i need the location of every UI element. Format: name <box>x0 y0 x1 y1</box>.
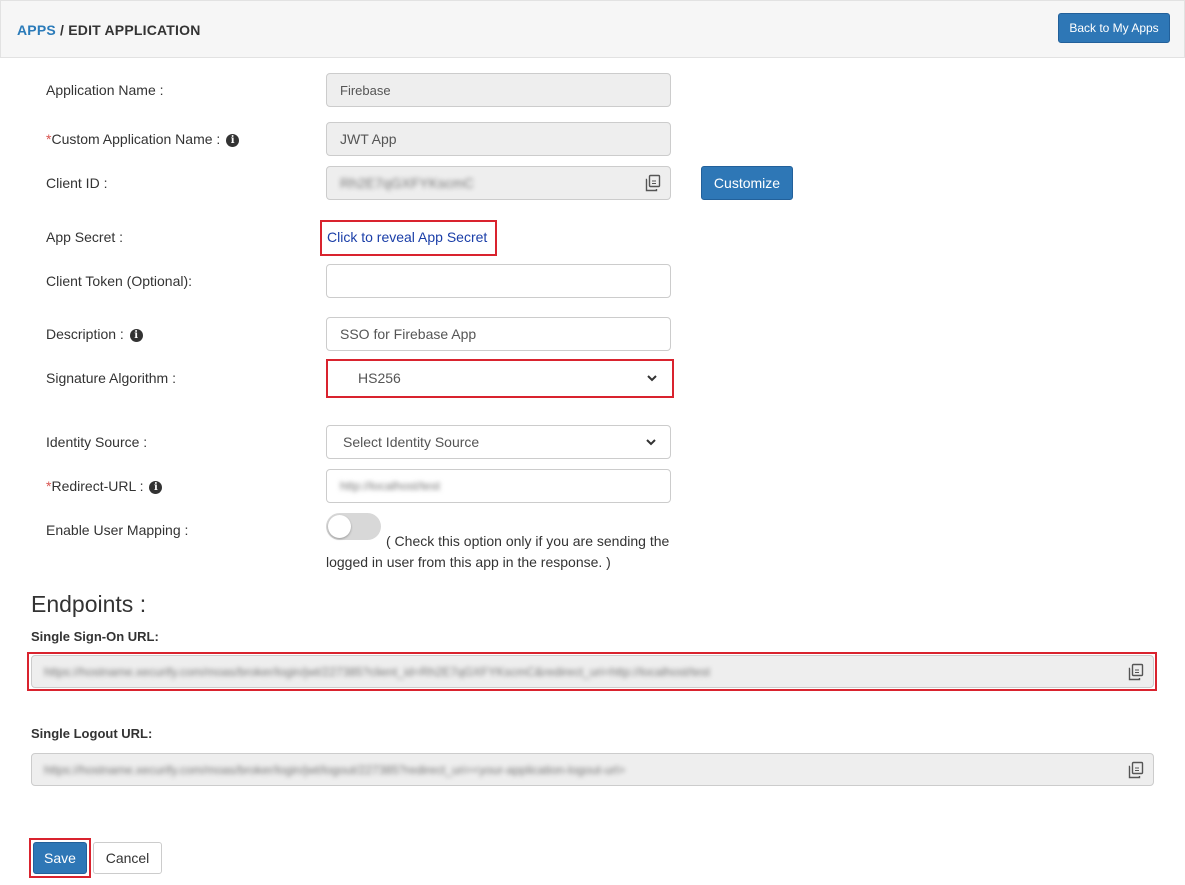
chevron-down-icon <box>646 439 656 446</box>
application-name-value: Firebase <box>340 82 391 98</box>
info-icon[interactable]: i <box>149 481 163 494</box>
signature-algorithm-label: Signature Algorithm : <box>46 370 176 386</box>
user-mapping-note: ( Check this option only if you are send… <box>326 533 670 570</box>
description-input[interactable]: SSO for Firebase App <box>326 317 671 351</box>
cancel-button[interactable]: Cancel <box>93 842 162 874</box>
custom-application-name-label-text: Custom Application Name : <box>51 131 221 147</box>
breadcrumb-apps-link[interactable]: APPS <box>17 22 56 38</box>
custom-application-name-label: *Custom Application Name : i <box>46 131 240 147</box>
custom-application-name-input[interactable]: JWT App <box>326 122 671 156</box>
copy-icon[interactable] <box>644 174 662 192</box>
application-name-field: Firebase <box>326 73 671 107</box>
highlight-box <box>326 359 674 398</box>
logout-url-value: https://hostname.xecurify.com/moas/broke… <box>44 762 626 777</box>
identity-source-select[interactable]: Select Identity Source <box>326 425 671 459</box>
user-mapping-label: Enable User Mapping : <box>46 522 189 538</box>
breadcrumb: APPS / EDIT APPLICATION <box>17 22 201 38</box>
breadcrumb-current: EDIT APPLICATION <box>68 22 201 38</box>
breadcrumb-separator: / <box>55 22 69 38</box>
endpoints-title: Endpoints : <box>31 591 147 617</box>
client-token-label: Client Token (Optional): <box>46 273 193 289</box>
back-to-my-apps-button[interactable]: Back to My Apps <box>1058 13 1170 43</box>
client-id-value: Rh2E7qGXFYKscmC <box>340 175 474 191</box>
client-id-field: Rh2E7qGXFYKscmC <box>326 166 671 200</box>
redirect-url-input[interactable]: http://localhost/test <box>326 469 671 503</box>
info-icon[interactable]: i <box>226 134 240 147</box>
description-value: SSO for Firebase App <box>340 326 477 342</box>
client-token-input[interactable] <box>326 264 671 298</box>
identity-source-value: Select Identity Source <box>343 434 480 450</box>
app-secret-label: App Secret : <box>46 229 124 245</box>
save-button[interactable]: Save <box>33 842 87 874</box>
sso-url-label: Single Sign-On URL: <box>31 629 159 644</box>
custom-application-name-value: JWT App <box>340 131 397 147</box>
reveal-app-secret-link[interactable]: Click to reveal App Secret <box>327 229 487 245</box>
logout-url-label: Single Logout URL: <box>31 726 153 741</box>
highlight-box <box>27 652 1157 691</box>
redirect-url-label-text: Redirect-URL : <box>51 478 144 494</box>
redirect-url-label: *Redirect-URL : i <box>46 478 163 494</box>
logout-url-field: https://hostname.xecurify.com/moas/broke… <box>31 753 1154 786</box>
info-icon[interactable]: i <box>129 329 143 342</box>
description-label-text: Description : <box>46 326 124 342</box>
description-label: Description : i <box>46 326 143 342</box>
identity-source-label: Identity Source : <box>46 434 148 450</box>
copy-icon[interactable] <box>1127 761 1145 779</box>
application-name-label: Application Name : <box>46 82 164 98</box>
customize-button[interactable]: Customize <box>701 166 793 200</box>
page-header: APPS / EDIT APPLICATION Back to My Apps <box>0 0 1185 58</box>
redirect-url-value: http://localhost/test <box>340 479 441 493</box>
client-id-label: Client ID : <box>46 175 108 191</box>
